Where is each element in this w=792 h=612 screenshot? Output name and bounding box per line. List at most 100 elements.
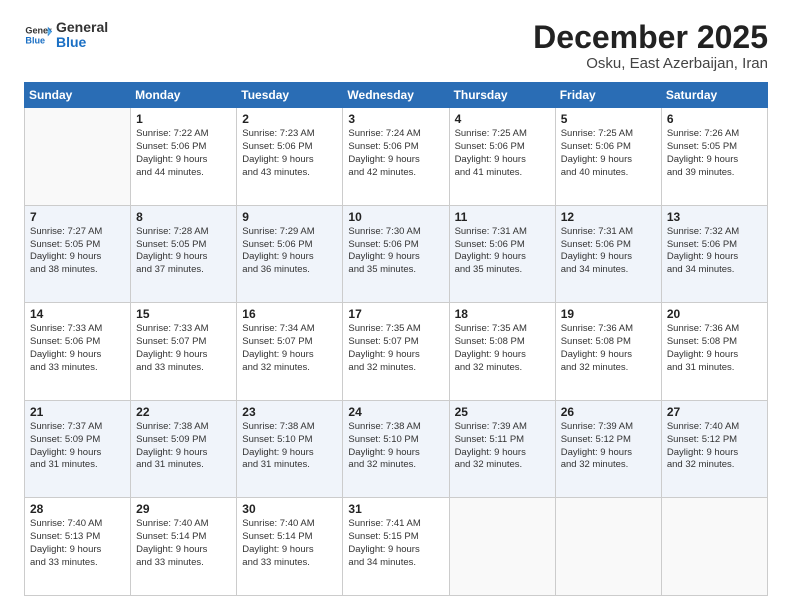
calendar-cell: 19 Sunrise: 7:36 AM Sunset: 5:08 PM Dayli… — [555, 303, 661, 401]
logo-general: General — [56, 20, 108, 35]
calendar-header-row: SundayMondayTuesdayWednesdayThursdayFrid… — [25, 83, 768, 108]
day-info: Sunrise: 7:39 AM Sunset: 5:12 PM Dayligh… — [561, 421, 656, 472]
calendar-cell — [555, 498, 661, 596]
day-info: Sunrise: 7:28 AM Sunset: 5:05 PM Dayligh… — [136, 226, 231, 277]
day-info: Sunrise: 7:36 AM Sunset: 5:08 PM Dayligh… — [561, 323, 656, 374]
day-number: 21 — [30, 405, 125, 419]
day-number: 15 — [136, 307, 231, 321]
day-info: Sunrise: 7:36 AM Sunset: 5:08 PM Dayligh… — [667, 323, 762, 374]
weekday-header: Saturday — [661, 83, 767, 108]
day-number: 5 — [561, 112, 656, 126]
svg-text:Blue: Blue — [25, 36, 45, 46]
day-number: 4 — [455, 112, 550, 126]
calendar-cell: 23 Sunrise: 7:38 AM Sunset: 5:10 PM Dayli… — [237, 400, 343, 498]
day-info: Sunrise: 7:30 AM Sunset: 5:06 PM Dayligh… — [348, 226, 443, 277]
day-number: 13 — [667, 210, 762, 224]
day-info: Sunrise: 7:39 AM Sunset: 5:11 PM Dayligh… — [455, 421, 550, 472]
calendar-cell: 2 Sunrise: 7:23 AM Sunset: 5:06 PM Daylig… — [237, 108, 343, 206]
day-number: 1 — [136, 112, 231, 126]
logo-blue: Blue — [56, 35, 108, 50]
calendar-cell: 29Sunrise: 7:40 AM Sunset: 5:14 PM Dayli… — [131, 498, 237, 596]
day-number: 20 — [667, 307, 762, 321]
day-number: 26 — [561, 405, 656, 419]
day-info: Sunrise: 7:38 AM Sunset: 5:10 PM Dayligh… — [242, 421, 337, 472]
weekday-header: Thursday — [449, 83, 555, 108]
day-number: 22 — [136, 405, 231, 419]
weekday-header: Friday — [555, 83, 661, 108]
day-info: Sunrise: 7:41 AM Sunset: 5:15 PM Dayligh… — [348, 518, 443, 569]
day-number: 12 — [561, 210, 656, 224]
calendar-cell: 15Sunrise: 7:33 AM Sunset: 5:07 PM Dayli… — [131, 303, 237, 401]
day-number: 29 — [136, 502, 231, 516]
calendar-cell: 26 Sunrise: 7:39 AM Sunset: 5:12 PM Dayli… — [555, 400, 661, 498]
calendar-cell: 18Sunrise: 7:35 AM Sunset: 5:08 PM Dayli… — [449, 303, 555, 401]
calendar-cell: 9Sunrise: 7:29 AM Sunset: 5:06 PM Daylig… — [237, 205, 343, 303]
day-info: Sunrise: 7:31 AM Sunset: 5:06 PM Dayligh… — [455, 226, 550, 277]
logo-icon: General Blue — [24, 21, 52, 49]
day-number: 28 — [30, 502, 125, 516]
day-info: Sunrise: 7:26 AM Sunset: 5:05 PM Dayligh… — [667, 128, 762, 179]
calendar-cell: 5 Sunrise: 7:25 AM Sunset: 5:06 PM Daylig… — [555, 108, 661, 206]
calendar-cell — [661, 498, 767, 596]
day-number: 23 — [242, 405, 337, 419]
day-number: 31 — [348, 502, 443, 516]
calendar-cell — [449, 498, 555, 596]
day-info: Sunrise: 7:37 AM Sunset: 5:09 PM Dayligh… — [30, 421, 125, 472]
calendar-week-row: 14Sunrise: 7:33 AM Sunset: 5:06 PM Dayli… — [25, 303, 768, 401]
calendar-cell: 25 Sunrise: 7:39 AM Sunset: 5:11 PM Dayli… — [449, 400, 555, 498]
calendar-cell: 3 Sunrise: 7:24 AM Sunset: 5:06 PM Daylig… — [343, 108, 449, 206]
day-info: Sunrise: 7:40 AM Sunset: 5:12 PM Dayligh… — [667, 421, 762, 472]
day-number: 17 — [348, 307, 443, 321]
day-number: 14 — [30, 307, 125, 321]
calendar-cell: 6Sunrise: 7:26 AM Sunset: 5:05 PM Daylig… — [661, 108, 767, 206]
day-info: Sunrise: 7:24 AM Sunset: 5:06 PM Dayligh… — [348, 128, 443, 179]
calendar-cell: 12Sunrise: 7:31 AM Sunset: 5:06 PM Dayli… — [555, 205, 661, 303]
day-info: Sunrise: 7:25 AM Sunset: 5:06 PM Dayligh… — [561, 128, 656, 179]
day-info: Sunrise: 7:35 AM Sunset: 5:07 PM Dayligh… — [348, 323, 443, 374]
calendar-cell: 7Sunrise: 7:27 AM Sunset: 5:05 PM Daylig… — [25, 205, 131, 303]
month-year: December 2025 — [533, 20, 768, 55]
calendar-cell — [25, 108, 131, 206]
day-number: 25 — [455, 405, 550, 419]
day-info: Sunrise: 7:22 AM Sunset: 5:06 PM Dayligh… — [136, 128, 231, 179]
day-info: Sunrise: 7:23 AM Sunset: 5:06 PM Dayligh… — [242, 128, 337, 179]
calendar-cell: 14Sunrise: 7:33 AM Sunset: 5:06 PM Dayli… — [25, 303, 131, 401]
calendar-cell: 10 Sunrise: 7:30 AM Sunset: 5:06 PM Dayli… — [343, 205, 449, 303]
weekday-header: Tuesday — [237, 83, 343, 108]
weekday-header: Sunday — [25, 83, 131, 108]
day-number: 11 — [455, 210, 550, 224]
calendar-week-row: 1 Sunrise: 7:22 AM Sunset: 5:06 PM Daylig… — [25, 108, 768, 206]
day-info: Sunrise: 7:38 AM Sunset: 5:09 PM Dayligh… — [136, 421, 231, 472]
day-number: 2 — [242, 112, 337, 126]
calendar-cell: 16 Sunrise: 7:34 AM Sunset: 5:07 PM Dayli… — [237, 303, 343, 401]
day-number: 30 — [242, 502, 337, 516]
day-number: 19 — [561, 307, 656, 321]
day-number: 10 — [348, 210, 443, 224]
calendar-cell: 28Sunrise: 7:40 AM Sunset: 5:13 PM Dayli… — [25, 498, 131, 596]
day-info: Sunrise: 7:29 AM Sunset: 5:06 PM Dayligh… — [242, 226, 337, 277]
calendar-cell: 11 Sunrise: 7:31 AM Sunset: 5:06 PM Dayli… — [449, 205, 555, 303]
logo: General Blue General Blue — [24, 20, 108, 51]
day-number: 16 — [242, 307, 337, 321]
calendar-cell: 4 Sunrise: 7:25 AM Sunset: 5:06 PM Daylig… — [449, 108, 555, 206]
location: Osku, East Azerbaijan, Iran — [533, 55, 768, 72]
day-number: 24 — [348, 405, 443, 419]
day-number: 27 — [667, 405, 762, 419]
calendar-cell: 17 Sunrise: 7:35 AM Sunset: 5:07 PM Dayli… — [343, 303, 449, 401]
day-info: Sunrise: 7:38 AM Sunset: 5:10 PM Dayligh… — [348, 421, 443, 472]
title-block: December 2025 Osku, East Azerbaijan, Ira… — [533, 20, 768, 72]
page: General Blue General Blue December 2025 … — [0, 0, 792, 612]
weekday-header: Monday — [131, 83, 237, 108]
calendar-cell: 31 Sunrise: 7:41 AM Sunset: 5:15 PM Dayli… — [343, 498, 449, 596]
calendar-cell: 1 Sunrise: 7:22 AM Sunset: 5:06 PM Daylig… — [131, 108, 237, 206]
calendar-cell: 21 Sunrise: 7:37 AM Sunset: 5:09 PM Dayli… — [25, 400, 131, 498]
day-number: 3 — [348, 112, 443, 126]
calendar-cell: 8 Sunrise: 7:28 AM Sunset: 5:05 PM Daylig… — [131, 205, 237, 303]
day-number: 18 — [455, 307, 550, 321]
day-info: Sunrise: 7:25 AM Sunset: 5:06 PM Dayligh… — [455, 128, 550, 179]
day-info: Sunrise: 7:34 AM Sunset: 5:07 PM Dayligh… — [242, 323, 337, 374]
calendar-cell: 20 Sunrise: 7:36 AM Sunset: 5:08 PM Dayli… — [661, 303, 767, 401]
calendar-cell: 24 Sunrise: 7:38 AM Sunset: 5:10 PM Dayli… — [343, 400, 449, 498]
day-number: 8 — [136, 210, 231, 224]
calendar-cell: 22 Sunrise: 7:38 AM Sunset: 5:09 PM Dayli… — [131, 400, 237, 498]
